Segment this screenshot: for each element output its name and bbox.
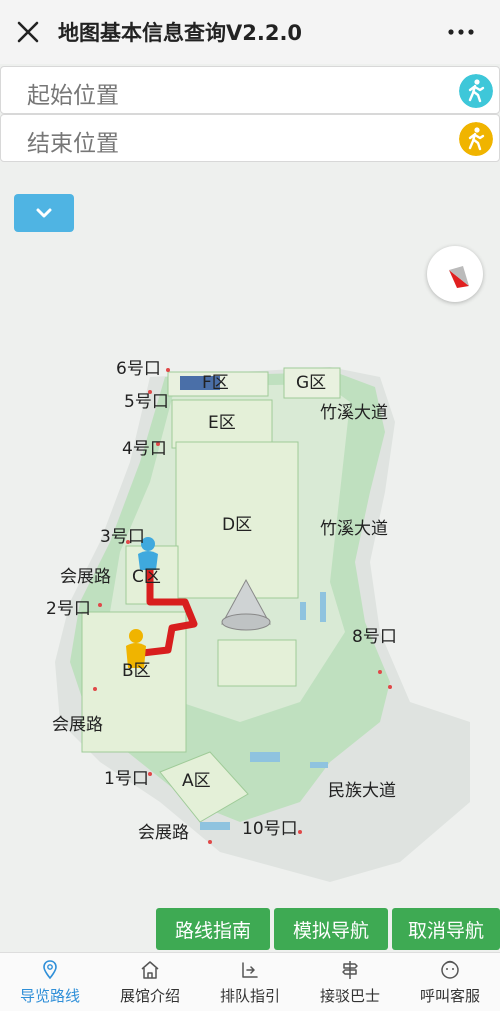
gate-4-label: 4号口 xyxy=(122,439,167,459)
end-location-placeholder: 结束位置 xyxy=(27,131,119,157)
facility xyxy=(250,752,280,762)
compass-button[interactable] xyxy=(427,246,483,302)
end-location-field[interactable]: 结束位置 xyxy=(0,114,500,162)
zone-c-label: C区 xyxy=(132,567,161,587)
gate-5-label: 5号口 xyxy=(124,392,169,412)
gate-1-label: 1号口 xyxy=(104,769,149,789)
tab-queue-guide[interactable]: 排队指引 xyxy=(200,953,300,1011)
tab-tour-route[interactable]: 导览路线 xyxy=(0,953,100,1011)
page-title: 地图基本信息查询V2.2.0 xyxy=(58,21,303,45)
walker-icon[interactable] xyxy=(459,122,493,156)
tab-customer-service[interactable]: 呼叫客服 xyxy=(400,953,500,1011)
tab-label: 导览路线 xyxy=(19,987,80,1005)
road-zhuxi-label: 竹溪大道 xyxy=(320,403,388,423)
zone-e-label: E区 xyxy=(208,413,236,433)
road-huizhan-label: 会展路 xyxy=(138,823,189,843)
facility xyxy=(300,602,306,620)
road-zhuxi-label: 竹溪大道 xyxy=(320,519,388,539)
road-huizhan-label: 会展路 xyxy=(52,715,103,735)
gate-10-label: 10号口 xyxy=(242,819,298,839)
close-icon[interactable] xyxy=(14,18,42,46)
road-huizhan-label: 会展路 xyxy=(60,567,111,587)
title-bar: 地图基本信息查询V2.2.0 xyxy=(0,0,500,64)
customer-service-icon xyxy=(441,960,459,979)
tab-shuttle-bus[interactable]: 接驳巴士 xyxy=(300,953,400,1011)
zone-a-label: A区 xyxy=(182,771,211,791)
home-icon xyxy=(141,961,159,979)
walker-icon[interactable] xyxy=(459,74,493,108)
gate-3-label: 3号口 xyxy=(100,527,145,547)
road-minzu-label: 民族大道 xyxy=(328,781,396,801)
zone-g-label: G区 xyxy=(296,373,327,393)
layer-toggle-button[interactable] xyxy=(14,194,74,232)
facility xyxy=(200,822,230,830)
start-location-field[interactable]: 起始位置 xyxy=(0,66,500,114)
tab-label: 排队指引 xyxy=(219,987,280,1005)
cancel-navigation-button[interactable]: 取消导航 xyxy=(392,908,500,950)
landmark-base xyxy=(221,613,271,631)
tab-label: 展馆介绍 xyxy=(119,987,180,1005)
tab-label: 呼叫客服 xyxy=(419,987,480,1005)
bottom-tab-bar: 导览路线 展馆介绍 排队指引 接驳巴士 呼叫客服 xyxy=(0,952,500,1011)
compass-icon xyxy=(449,266,469,288)
tab-label: 接驳巴士 xyxy=(319,987,380,1005)
chevron-down-icon xyxy=(36,208,52,218)
bus-stop-icon xyxy=(342,961,358,979)
gate-6-label: 6号口 xyxy=(116,359,161,379)
queue-icon xyxy=(242,962,258,978)
gate-2-label: 2号口 xyxy=(46,599,91,619)
start-location-placeholder: 起始位置 xyxy=(27,83,119,109)
more-icon[interactable] xyxy=(446,22,476,42)
south-plaza xyxy=(217,639,297,687)
zone-d-label: D区 xyxy=(222,515,253,535)
location-pin-icon xyxy=(43,960,57,980)
zone-f-label: F区 xyxy=(202,373,229,393)
gate-8-label: 8号口 xyxy=(352,627,397,647)
facility xyxy=(310,762,328,768)
simulate-navigation-button[interactable]: 模拟导航 xyxy=(274,908,388,950)
facility xyxy=(320,592,326,622)
zone-b-label: B区 xyxy=(122,661,151,681)
tab-hall-intro[interactable]: 展馆介绍 xyxy=(100,953,200,1011)
route-guide-button[interactable]: 路线指南 xyxy=(156,908,270,950)
map-view[interactable]: 6号口 5号口 4号口 3号口 2号口 1号口 8号口 10号口 F区 G区 E… xyxy=(0,162,500,952)
